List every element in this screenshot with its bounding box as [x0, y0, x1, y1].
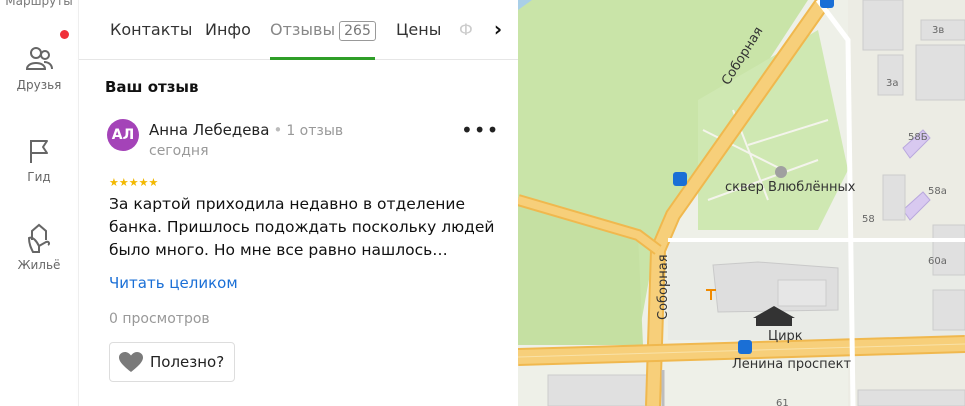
house-number: 58	[862, 214, 875, 225]
notification-dot	[60, 30, 69, 39]
house-hand-icon	[27, 223, 51, 253]
map-label-avenue: Ленина проспект	[732, 357, 852, 372]
tab-info[interactable]: Инфо	[205, 20, 251, 39]
rating-stars: ★★★★★	[109, 176, 159, 189]
map-view[interactable]: сквер Влюблённых Цирк Ленина проспект Со…	[518, 0, 965, 406]
house-number: 61	[776, 398, 789, 406]
author-review-count: 1 отзыв	[286, 123, 344, 139]
flag-icon	[30, 140, 48, 163]
chevron-right-icon: ›	[493, 17, 503, 41]
review-text-line: было много. Но мне все равно нашлось…	[109, 241, 448, 259]
reviews-count-badge: 265	[339, 21, 376, 41]
avatar[interactable]: АЛ	[107, 119, 139, 151]
map-label-circus[interactable]: Цирк	[768, 329, 803, 344]
more-dots-icon: •••	[461, 118, 500, 142]
views-count: 0 просмотров	[109, 311, 210, 327]
map-label-street: Соборная	[656, 254, 671, 320]
review-section-title: Ваш отзыв	[105, 78, 199, 96]
review-author-name[interactable]: Анна Лебедева	[149, 121, 269, 139]
rail-item-label: Жильё	[17, 258, 61, 272]
review-more-button[interactable]: •••	[461, 118, 499, 142]
tab-reviews-label: Отзывы	[270, 20, 336, 39]
review-text: За картой приходила недавно в отделение …	[109, 193, 509, 262]
tab-reviews[interactable]: Отзывы 265	[270, 20, 376, 41]
tab-contacts[interactable]: Контакты	[110, 20, 192, 39]
rail-routes-label[interactable]: Маршруты	[0, 0, 78, 8]
rail-item-label: Друзья	[16, 78, 62, 92]
organization-panel: Контакты Инфо Отзывы 265 Цены Ф › Ваш отз…	[78, 0, 519, 406]
tab-next-partial[interactable]: Ф	[459, 20, 473, 39]
helpful-button[interactable]: Полезно?	[109, 342, 236, 382]
heart-icon	[119, 352, 143, 372]
house-number: 3в	[932, 25, 945, 36]
tab-bar: Контакты Инфо Отзывы 265 Цены Ф ›	[79, 0, 519, 60]
rail-item-guide[interactable]: Гид	[0, 136, 78, 184]
tabs-scroll-right-button[interactable]: ›	[483, 14, 513, 44]
active-tab-indicator	[270, 57, 375, 60]
review-text-line: За картой приходила недавно в отделение	[109, 195, 465, 213]
helpful-label: Полезно?	[150, 353, 225, 371]
read-more-link[interactable]: Читать целиком	[109, 274, 238, 292]
review-date: сегодня	[149, 143, 209, 159]
separator-dot: •	[273, 121, 283, 139]
house-number: 3а	[886, 78, 899, 89]
house-number: 58а	[928, 186, 947, 197]
review-author-line: Анна Лебедева • 1 отзыв	[149, 121, 343, 139]
tab-prices[interactable]: Цены	[396, 20, 441, 39]
map-label-park[interactable]: сквер Влюблённых	[725, 180, 856, 195]
house-number: 60а	[928, 256, 947, 267]
left-rail: Маршруты Друзья Гид Жильё	[0, 0, 78, 406]
rail-item-friends[interactable]: Друзья	[0, 44, 78, 92]
rail-item-housing[interactable]: Жильё	[0, 222, 78, 272]
friends-icon	[25, 47, 53, 70]
house-number: 58Б	[908, 132, 928, 143]
rail-item-label: Гид	[27, 170, 51, 184]
review-text-line: банка. Пришлось подождать поскольку люде…	[109, 218, 495, 236]
